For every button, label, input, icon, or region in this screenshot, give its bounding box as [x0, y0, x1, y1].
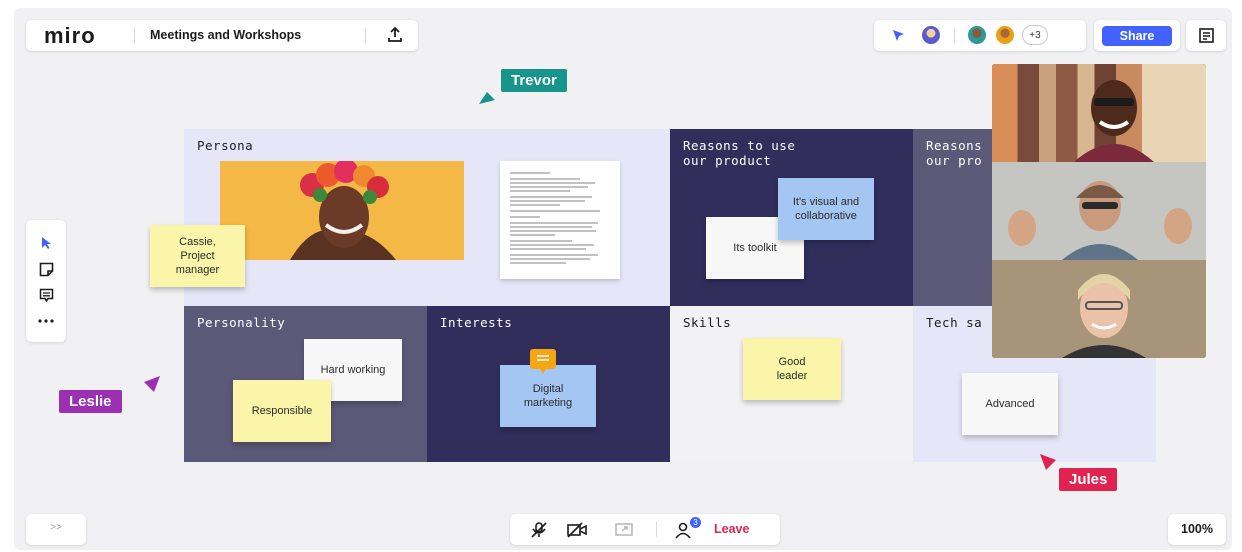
sticky-note[interactable]: Good leader: [743, 338, 841, 400]
cursor-arrow-icon: [479, 92, 495, 104]
cell-title: Tech sa: [926, 315, 983, 330]
export-button[interactable]: [386, 26, 404, 44]
pointer-icon: [42, 237, 51, 249]
cell-title: Personality: [197, 315, 286, 330]
collaborator-avatar[interactable]: [966, 24, 988, 46]
sticky-note-icon: [39, 262, 53, 276]
collaborator-avatar[interactable]: [920, 24, 942, 46]
more-collaborators-badge[interactable]: +3: [1022, 25, 1048, 45]
miro-logo[interactable]: miro: [44, 23, 96, 49]
cell-title: Interests: [440, 315, 513, 330]
more-icon: [38, 319, 54, 323]
zoom-level[interactable]: 100%: [1168, 522, 1226, 536]
video-call-panel[interactable]: [992, 64, 1206, 358]
expand-button[interactable]: >>: [26, 522, 86, 533]
comment-icon: [39, 288, 53, 302]
persona-cell[interactable]: Persona: [184, 129, 670, 306]
comment-tool[interactable]: [26, 282, 66, 308]
board-title[interactable]: Meetings and Workshops: [150, 28, 301, 42]
comment-bubble-icon: [537, 355, 549, 374]
left-toolbar: [26, 220, 66, 342]
select-tool[interactable]: [26, 230, 66, 256]
upload-icon: [388, 26, 402, 42]
board-header: miro Meetings and Workshops: [26, 20, 418, 51]
participant-3-image: [992, 260, 1206, 358]
cell-title: Persona: [197, 138, 254, 153]
collaborator-avatar[interactable]: [994, 24, 1016, 46]
participant-video[interactable]: [992, 162, 1206, 260]
cursor-arrow-icon: [144, 376, 160, 392]
cell-title: Reasons our pro: [926, 138, 983, 168]
share-panel: Share: [1094, 20, 1180, 51]
sticky-note[interactable]: Responsible: [233, 380, 331, 442]
sticky-note-tool[interactable]: [26, 256, 66, 282]
persona-photo[interactable]: [220, 161, 464, 260]
controls-divider: [656, 522, 657, 537]
camera-off-icon[interactable]: [566, 521, 588, 539]
cursor-arrow-icon: [1040, 454, 1056, 470]
screen-share-icon[interactable]: [614, 521, 634, 539]
cell-title: Reasons to use our product: [683, 138, 796, 168]
zoom-panel[interactable]: 100%: [1168, 514, 1226, 545]
sticky-note[interactable]: It's visual and collaborative: [778, 178, 874, 240]
participant-2-image: [992, 162, 1206, 260]
woman-portrait-image: [220, 161, 464, 260]
header-divider: [134, 28, 135, 43]
cell-title: Skills: [683, 315, 732, 330]
header-divider: [365, 28, 366, 43]
participant-video[interactable]: [992, 260, 1206, 358]
document-text-lines: [510, 172, 600, 264]
bring-to-me-cursor-icon[interactable]: [892, 29, 906, 42]
participant-1-image: [1074, 80, 1154, 162]
sticky-note[interactable]: Cassie, Project manager: [150, 225, 245, 287]
participant-video[interactable]: [992, 64, 1206, 162]
more-tools-button[interactable]: [26, 308, 66, 334]
expand-panel[interactable]: >>: [26, 514, 86, 545]
collaborators-bar: +3: [874, 20, 1086, 51]
notes-icon[interactable]: [1199, 28, 1214, 43]
participants-count-badge: 3: [690, 517, 701, 528]
microphone-off-icon[interactable]: [530, 521, 548, 539]
collaborator-divider: [954, 28, 955, 43]
sticky-note[interactable]: Advanced: [962, 373, 1058, 435]
share-button[interactable]: Share: [1102, 26, 1172, 46]
cursor-label-jules: Jules: [1059, 468, 1118, 491]
leave-button[interactable]: Leave: [714, 522, 749, 536]
comment-marker[interactable]: [530, 349, 556, 374]
board-canvas[interactable]: miro Meetings and Workshops +3 Share Per…: [14, 8, 1232, 550]
persona-document[interactable]: [500, 161, 620, 279]
cursor-label-trevor: Trevor: [501, 69, 567, 92]
call-controls: 3 Leave: [510, 514, 780, 545]
notes-panel: [1186, 20, 1226, 51]
cursor-label-leslie: Leslie: [59, 390, 122, 413]
